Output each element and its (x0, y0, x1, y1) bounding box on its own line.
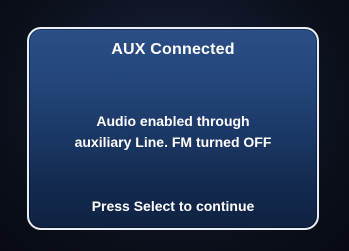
dialog-message-line-2: auxiliary Line. FM turned OFF (74, 134, 272, 150)
display-screen: AUX Connected Audio enabled through auxi… (0, 0, 349, 251)
dialog-message: Audio enabled through auxiliary Line. FM… (39, 111, 307, 153)
dialog-message-line-1: Audio enabled through (96, 113, 250, 129)
continue-prompt: Press Select to continue (91, 198, 255, 214)
dialog-title: AUX Connected (111, 41, 235, 58)
aux-connected-dialog: AUX Connected Audio enabled through auxi… (27, 27, 319, 230)
